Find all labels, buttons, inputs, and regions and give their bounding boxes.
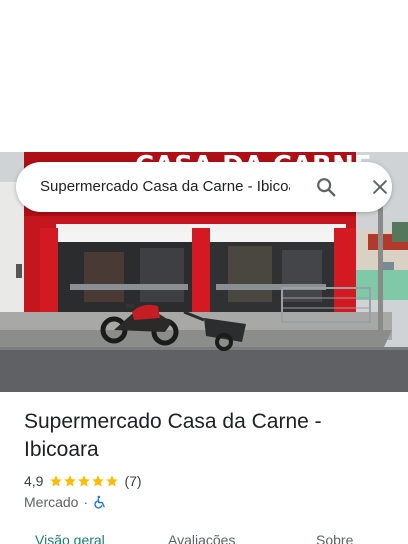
star-icon (92, 475, 105, 487)
search-box[interactable]: Supermercado Casa da Carne - Ibicoara (16, 162, 392, 212)
tab-about[interactable]: Sobre (316, 532, 353, 544)
top-blank-area (0, 0, 408, 152)
review-count[interactable]: (7) (124, 473, 141, 489)
star-icon (106, 475, 119, 487)
star-icon (50, 475, 63, 487)
place-title: Supermercado Casa da Carne - Ibicoara (24, 410, 322, 461)
place-tabs: Visão geral Avaliações Sobre (0, 526, 408, 544)
tab-overview[interactable]: Visão geral (35, 532, 105, 544)
search-icon (317, 178, 336, 197)
clear-search-button[interactable] (366, 173, 394, 201)
tab-reviews[interactable]: Avaliações (168, 532, 235, 544)
star-icon (64, 475, 77, 487)
star-icon (78, 475, 91, 487)
wheelchair-icon[interactable] (93, 495, 107, 509)
place-category: Mercado (24, 494, 79, 510)
search-input[interactable]: Supermercado Casa da Carne - Ibicoara (40, 162, 290, 212)
rating-value: 4,9 (24, 473, 44, 489)
close-icon (373, 180, 387, 194)
rating-row[interactable]: 4,9 (7) (24, 471, 142, 491)
rating-stars (49, 474, 119, 488)
separator-dot: · (83, 494, 89, 510)
category-row: Mercado · (24, 492, 107, 512)
search-button[interactable] (312, 173, 340, 201)
